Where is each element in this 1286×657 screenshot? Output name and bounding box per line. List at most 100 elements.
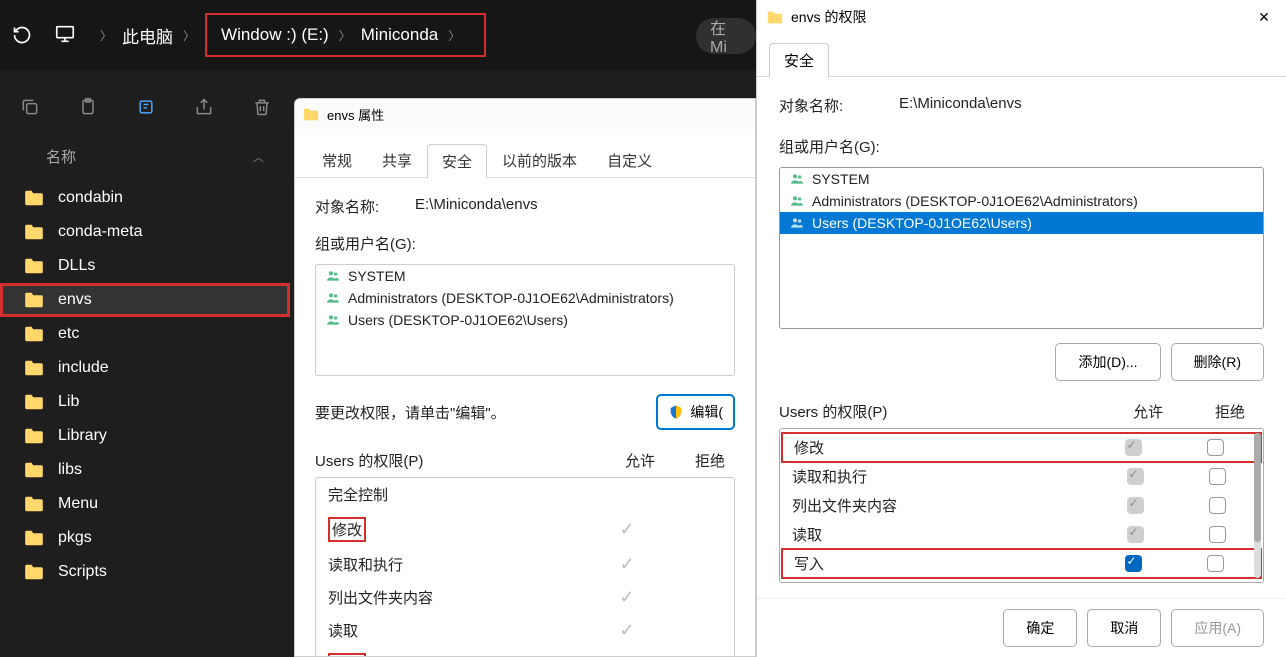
group-item[interactable]: Users (DESKTOP-0J1OE62\Users) [316,309,734,331]
group-item[interactable]: Administrators (DESKTOP-0J1OE62\Administ… [316,287,734,309]
folder-icon [24,394,44,410]
allow-checkbox[interactable] [1125,439,1142,456]
tab-security[interactable]: 安全 [427,144,487,178]
tab-custom[interactable]: 自定义 [592,143,667,177]
folder-item[interactable]: conda-meta [0,215,290,249]
folder-item[interactable]: Library [0,419,290,453]
deny-checkbox[interactable] [1209,468,1226,485]
allow-checkbox[interactable] [1125,555,1142,572]
close-button[interactable]: ✕ [1242,0,1286,34]
perm-name: 写入 [794,553,1085,574]
deny-checkbox[interactable] [1209,526,1226,543]
permission-row: 修改✓ [316,511,734,548]
copy-icon[interactable] [20,97,42,119]
paste-icon[interactable] [78,97,100,119]
search-input[interactable]: 在 Mi [696,18,756,54]
folder-icon [303,108,319,121]
perm-name: 读取 [328,620,582,641]
breadcrumb-drive[interactable]: Window :) (E:) [221,25,329,45]
tab-security[interactable]: 安全 [769,43,829,77]
folder-item[interactable]: etc [0,317,290,351]
deny-checkbox[interactable] [1207,555,1224,572]
folder-item[interactable]: include [0,351,290,385]
dialog-titlebar: envs 的权限 ✕ [757,0,1286,34]
perm-deny-header: 拒绝 [1196,401,1264,422]
rename-icon[interactable] [136,97,158,119]
allow-checkbox[interactable] [1127,526,1144,543]
cancel-button[interactable]: 取消 [1087,609,1161,647]
breadcrumb-this-pc[interactable]: 此电脑 [122,23,173,48]
allow-checkbox[interactable] [1127,468,1144,485]
monitor-icon[interactable] [54,23,78,47]
deny-checkbox[interactable] [1209,497,1226,514]
group-label: 组或用户名(G): [315,233,735,254]
tab-general[interactable]: 常规 [307,143,367,177]
permission-row: 写入 [782,549,1261,578]
dialog-title: envs 属性 [327,105,384,124]
folder-label: pkgs [58,529,92,547]
folder-item[interactable]: Scripts [0,555,290,589]
folder-item[interactable]: condabin [0,181,290,215]
group-item[interactable]: Users (DESKTOP-0J1OE62\Users) [780,212,1263,234]
share-icon[interactable] [194,97,216,119]
refresh-icon[interactable] [10,23,34,47]
permission-row: 读取 [780,520,1263,549]
scrollbar-thumb[interactable] [1254,433,1261,542]
permission-row: 写入✓ [316,647,734,657]
group-item[interactable]: SYSTEM [316,265,734,287]
allow-checkbox[interactable] [1127,497,1144,514]
folder-item[interactable]: Menu [0,487,290,521]
deny-checkbox[interactable] [1207,439,1224,456]
edit-button[interactable]: 编辑( [656,394,735,430]
column-header[interactable]: 名称 ︿ [0,140,290,181]
breadcrumb-folder[interactable]: Miniconda [361,25,439,45]
folder-icon [24,292,44,308]
perm-name: 列出文件夹内容 [328,587,582,608]
group-label: Administrators (DESKTOP-0J1OE62\Administ… [348,290,674,306]
edit-button-label: 编辑( [690,402,723,422]
folder-item[interactable]: DLLs [0,249,290,283]
folder-label: Library [58,427,107,445]
group-listbox[interactable]: SYSTEM Administrators (DESKTOP-0J1OE62\Ad… [315,264,735,376]
breadcrumb-bar: 〉 此电脑 〉 Window :) (E:) 〉 Miniconda 〉 在 M… [0,0,756,70]
dialog-title: envs 的权限 [791,7,866,27]
folder-icon [24,496,44,512]
chevron-icon: 〉 [339,27,351,44]
folder-item[interactable]: Lib [0,385,290,419]
folder-item[interactable]: pkgs [0,521,290,555]
folder-icon [24,224,44,240]
group-item[interactable]: Administrators (DESKTOP-0J1OE62\Administ… [780,190,1263,212]
folder-label: Menu [58,495,98,513]
folder-item[interactable]: envs [0,283,290,317]
tab-content: 对象名称: E:\Miniconda\envs 组或用户名(G): SYSTEM… [757,77,1286,601]
folder-label: condabin [58,189,123,207]
tab-sharing[interactable]: 共享 [367,143,427,177]
folder-list: 名称 ︿ condabin conda-meta DLLs envs etc includ… [0,140,290,657]
permission-row: 读取和执行 [780,462,1263,491]
tab-previous[interactable]: 以前的版本 [487,143,592,177]
apply-button[interactable]: 应用(A) [1171,609,1264,647]
permissions-list: 完全控制修改✓读取和执行✓列出文件夹内容✓读取✓写入✓ [315,477,735,657]
perm-title: Users 的权限(P) [315,450,595,471]
ok-button[interactable]: 确定 [1003,609,1077,647]
folder-label: envs [58,291,92,309]
delete-icon[interactable] [252,97,274,119]
perm-name: 修改 [794,437,1085,458]
permission-row: 完全控制 [316,478,734,511]
add-button[interactable]: 添加(D)... [1055,343,1160,381]
remove-button[interactable]: 删除(R) [1171,343,1264,381]
scrollbar[interactable] [1254,433,1261,578]
group-label: SYSTEM [812,171,870,187]
folder-item[interactable]: libs [0,453,290,487]
folder-icon [24,462,44,478]
group-item[interactable]: SYSTEM [780,168,1263,190]
group-listbox[interactable]: SYSTEM Administrators (DESKTOP-0J1OE62\Ad… [779,167,1264,329]
permission-row: 读取✓ [316,614,734,647]
check-icon: ✓ [582,620,672,641]
folder-icon [24,564,44,580]
folder-label: include [58,359,109,377]
check-icon: ✓ [582,587,672,608]
perm-name: 修改 [328,517,366,542]
permission-row: 修改 [782,433,1261,462]
folder-label: conda-meta [58,223,143,241]
